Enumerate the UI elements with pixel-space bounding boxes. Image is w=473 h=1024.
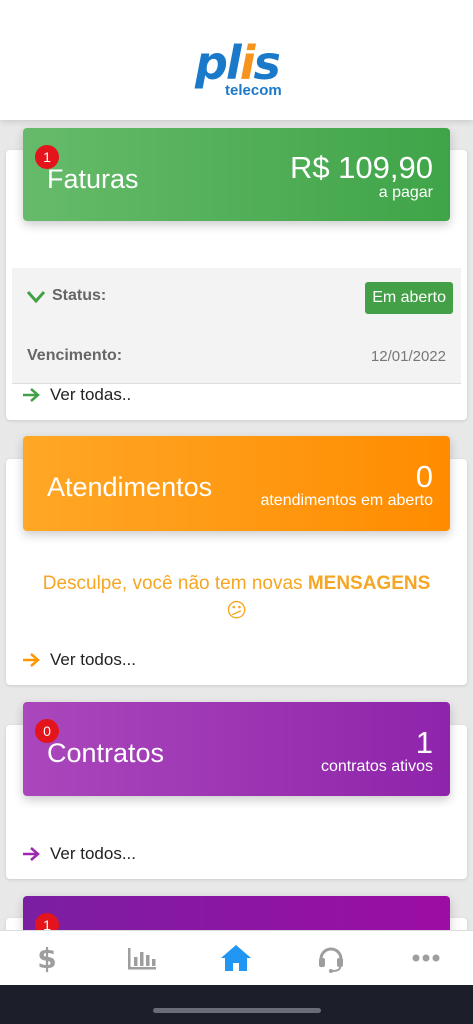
app-header: plis telecom	[0, 0, 473, 120]
dollar-icon: $	[38, 943, 57, 973]
tab-consumo[interactable]	[95, 931, 190, 985]
svg-text:$: $	[38, 943, 57, 973]
contratos-notification-badge: 0	[35, 719, 59, 743]
ver-todos-contratos-link[interactable]: Ver todos...	[22, 844, 136, 864]
faturas-banner[interactable]: Faturas R$ 109,90 a pagar	[23, 128, 450, 221]
arrow-right-icon	[23, 653, 40, 667]
chevron-down-icon[interactable]	[26, 290, 46, 304]
headset-icon	[319, 947, 344, 973]
link-label: Ver todas..	[50, 385, 132, 404]
invoice-details: Status: Em aberto Vencimento: 12/01/2022	[12, 268, 461, 384]
faturas-amount: R$ 109,90	[289, 150, 433, 185]
system-navigation-bar	[0, 985, 473, 1024]
atendimentos-title: Atendimentos	[47, 472, 213, 502]
plis-telecom-logo: plis telecom	[195, 40, 285, 100]
atendimentos-banner[interactable]: Atendimentos 0 atendimentos em aberto	[23, 436, 450, 531]
status-badge: Em aberto	[365, 282, 453, 314]
tab-atendimento[interactable]	[284, 931, 379, 985]
logo-wordmark: plis	[195, 36, 281, 90]
link-label: Ver todos...	[50, 650, 136, 669]
faturas-amount-caption: a pagar	[378, 184, 433, 201]
status-label: Status:	[52, 287, 107, 304]
empty-messages-text: Desculpe, você não tem novas MENSAGENS	[42, 573, 431, 594]
sad-emoji: 😕	[226, 600, 247, 622]
home-icon	[221, 945, 252, 971]
arrow-right-icon	[23, 388, 40, 402]
faturas-notification-badge: 1	[35, 145, 59, 169]
next-card-banner[interactable]	[23, 896, 450, 930]
tab-more[interactable]	[378, 931, 473, 985]
contratos-count: 1	[415, 725, 433, 760]
next-card-notification-badge: 1	[35, 913, 59, 930]
tab-faturas[interactable]: $	[0, 931, 95, 985]
tab-home[interactable]	[189, 931, 284, 985]
contratos-count-caption: contratos ativos	[320, 758, 433, 775]
atendimentos-count: 0	[415, 459, 433, 494]
faturas-title: Faturas	[47, 164, 139, 194]
due-date-label: Vencimento:	[27, 347, 123, 364]
chart-icon	[127, 948, 156, 970]
link-label: Ver todos...	[50, 844, 136, 863]
contratos-banner[interactable]: Contratos 1 contratos ativos	[23, 702, 450, 796]
arrow-right-icon	[23, 847, 40, 861]
ver-todos-atendimentos-link[interactable]: Ver todos...	[22, 650, 136, 670]
ver-todas-faturas-link[interactable]: Ver todas..	[22, 385, 131, 405]
contratos-title: Contratos	[47, 738, 165, 768]
home-indicator[interactable]	[153, 1008, 321, 1013]
main-content[interactable]: Status: Em aberto Vencimento: 12/01/2022…	[0, 120, 473, 930]
bottom-tab-bar: $	[0, 930, 473, 985]
due-date-value: 12/01/2022	[370, 348, 446, 365]
more-icon	[412, 954, 440, 962]
logo-subtitle: telecom	[225, 82, 282, 99]
atendimentos-count-caption: atendimentos em aberto	[260, 492, 433, 509]
